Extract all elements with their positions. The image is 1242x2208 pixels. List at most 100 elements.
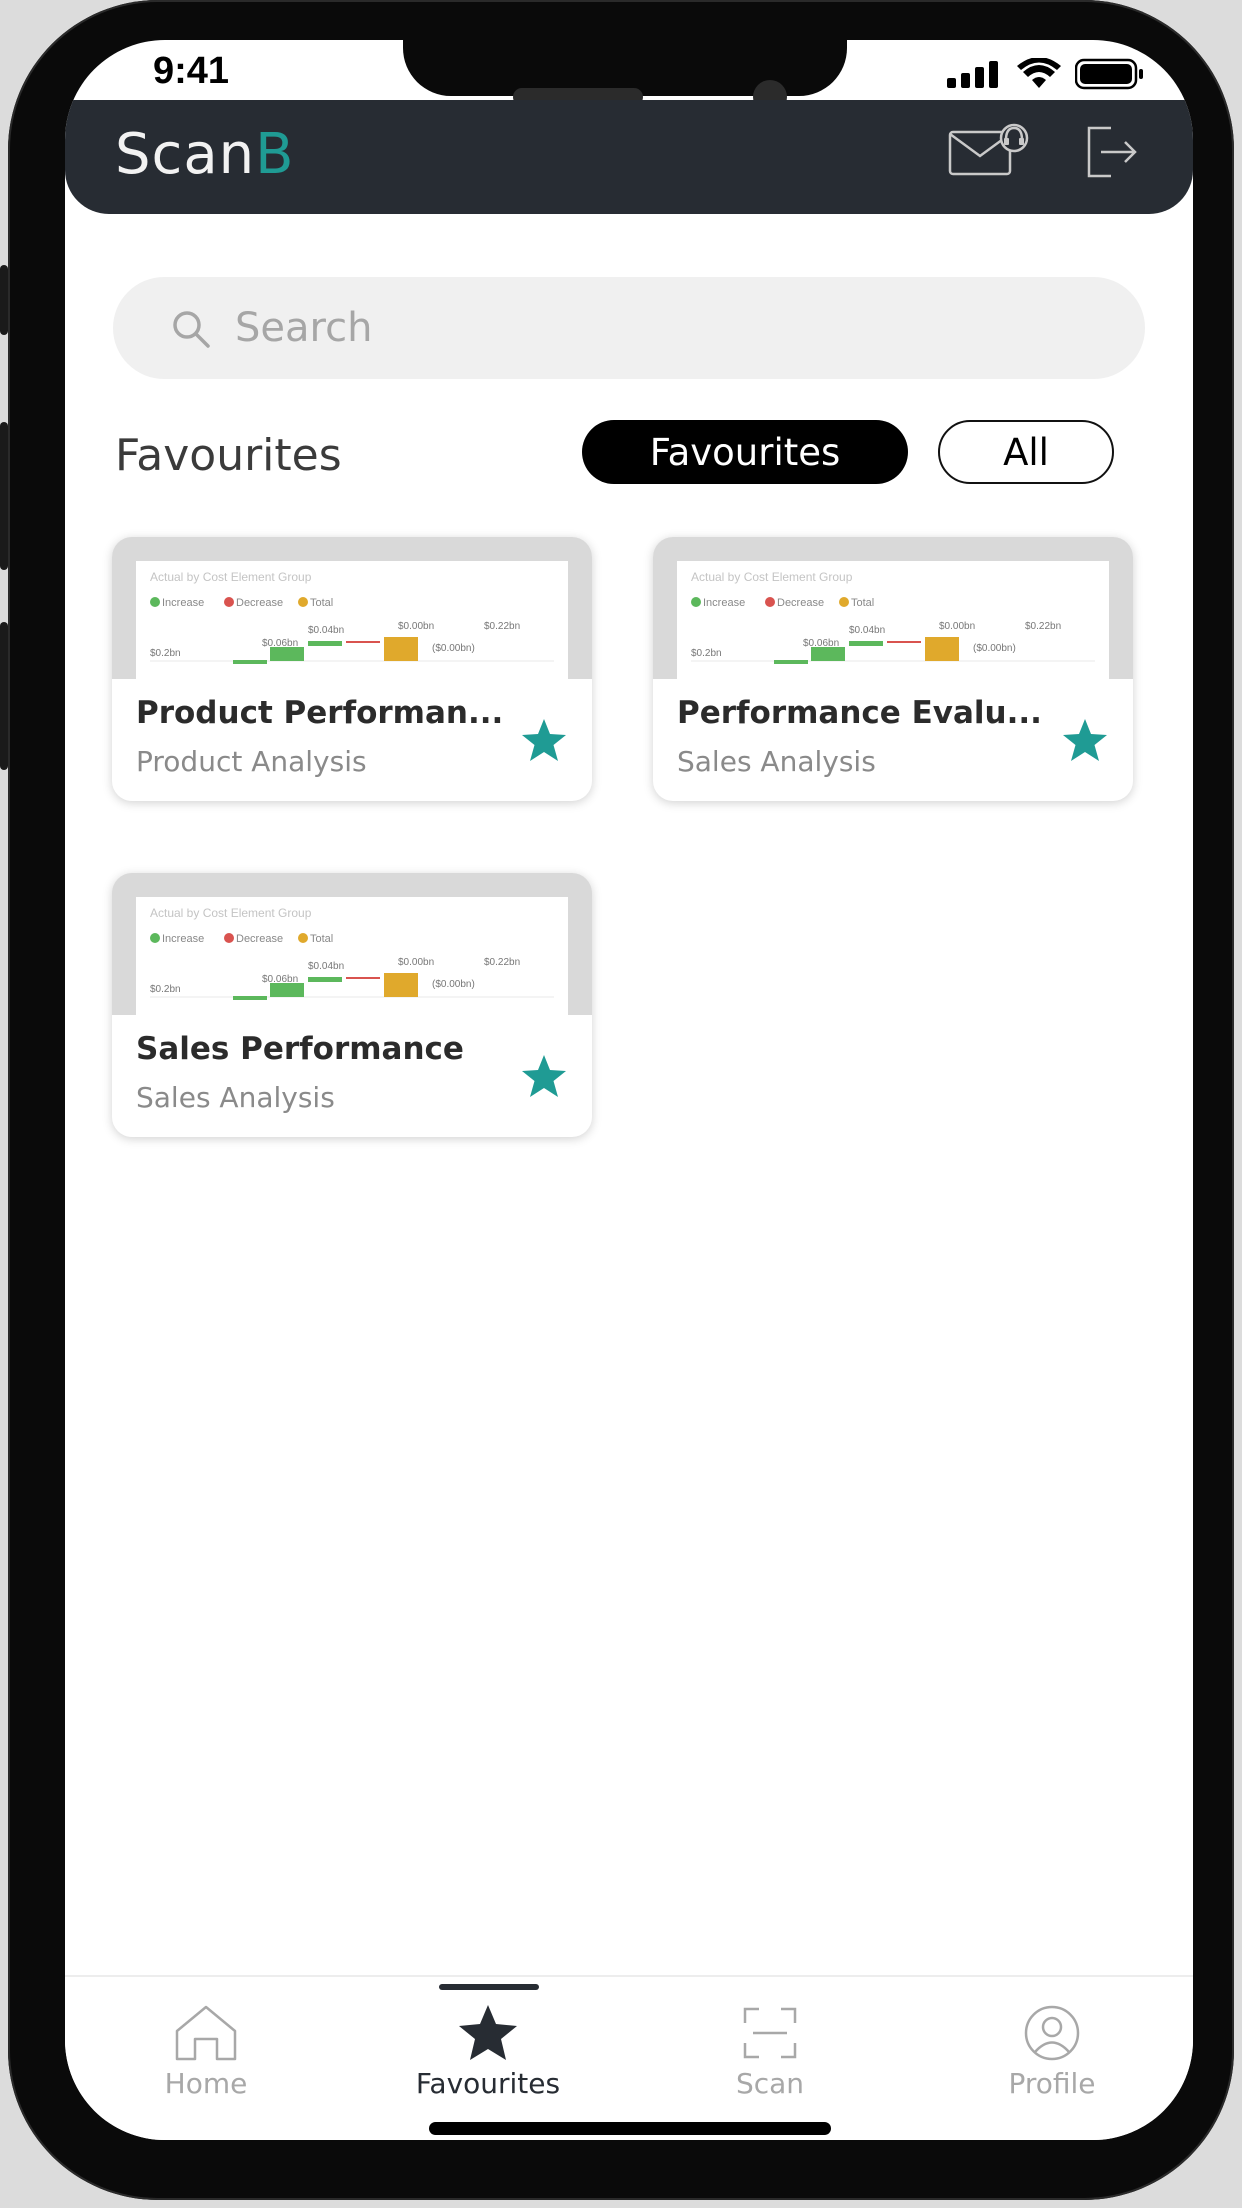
legend-label: Total xyxy=(310,597,333,609)
thumbnail-title: Actual by Cost Element Group xyxy=(691,570,853,584)
app-logo: ScanB xyxy=(115,122,295,187)
tab-favourites-label: Favourites xyxy=(415,2067,561,2100)
card-title: Performance Evalu... xyxy=(677,695,1042,731)
legend-label: Increase xyxy=(703,597,745,609)
search-bar[interactable]: Search xyxy=(113,277,1145,379)
report-thumbnail: Actual by Cost Element Group Increase Decr… xyxy=(112,873,592,1015)
scan-icon xyxy=(743,2007,797,2059)
report-card[interactable]: Actual by Cost Element Group Increase Decr… xyxy=(653,537,1133,801)
waterfall-bar xyxy=(233,996,267,1000)
tab-home-label: Home xyxy=(164,2067,248,2100)
battery-icon xyxy=(1075,58,1143,90)
mute-switch xyxy=(0,265,8,335)
legend-label: Decrease xyxy=(777,597,824,609)
tab-profile-label: Profile xyxy=(1008,2067,1096,2100)
wifi-icon xyxy=(1017,58,1061,88)
waterfall-bar xyxy=(849,641,883,646)
filter-favourites-button[interactable]: Favourites xyxy=(582,420,908,484)
report-thumbnail: Actual by Cost Element Group Increase Decr… xyxy=(653,537,1133,679)
thumbnail-chart: Actual by Cost Element Group Increase Decr… xyxy=(136,897,568,1015)
tab-profile[interactable]: Profile xyxy=(911,1977,1193,2100)
report-thumbnail: Actual by Cost Element Group Increase Decr… xyxy=(112,537,592,679)
app-screen: 9:41 ScanB Search Favourites Favourites … xyxy=(65,40,1193,2140)
thumbnail-title: Actual by Cost Element Group xyxy=(150,906,312,920)
thumbnail-waterfall-chart: Actual by Cost Element Group Increase Decr… xyxy=(691,570,1095,664)
data-label: $0.00bn xyxy=(398,957,434,968)
search-icon xyxy=(173,311,210,348)
tab-favourites[interactable]: Favourites xyxy=(347,1977,629,2100)
thumbnail-title: Actual by Cost Element Group xyxy=(150,570,312,584)
thumbnail-chart: Actual by Cost Element Group Increase Decr… xyxy=(136,561,568,679)
search-input[interactable]: Search xyxy=(235,305,372,351)
tab-scan-label: Scan xyxy=(735,2067,805,2100)
data-label: $0.00bn xyxy=(939,621,975,632)
app-header: ScanB xyxy=(65,100,1193,214)
legend-label: Total xyxy=(851,597,874,609)
legend-dot xyxy=(150,597,160,607)
logo-accent-text: B xyxy=(255,122,295,187)
legend-dot xyxy=(298,933,308,943)
data-label: $0.04bn xyxy=(849,625,885,636)
star-icon xyxy=(459,2005,517,2060)
legend-dot xyxy=(224,597,234,607)
waterfall-bar xyxy=(270,647,304,661)
mail-support-button[interactable] xyxy=(948,122,1030,183)
waterfall-bar xyxy=(811,647,845,661)
logout-button[interactable] xyxy=(1085,124,1141,185)
legend-dot xyxy=(839,597,849,607)
waterfall-bar xyxy=(346,977,380,979)
waterfall-bar xyxy=(887,641,921,643)
favourite-star-icon[interactable] xyxy=(520,1053,568,1099)
mail-support-icon xyxy=(948,123,1029,176)
data-label: $0.2bn xyxy=(150,984,181,995)
waterfall-bar xyxy=(308,641,342,646)
card-subtitle: Sales Analysis xyxy=(677,745,876,778)
tab-home[interactable]: Home xyxy=(65,1977,347,2100)
waterfall-bar xyxy=(233,660,267,664)
waterfall-bar xyxy=(270,983,304,997)
waterfall-bar xyxy=(384,973,418,997)
section-title: Favourites xyxy=(115,430,342,481)
report-card[interactable]: Actual by Cost Element Group Increase Decr… xyxy=(112,873,592,1137)
data-label: $0.22bn xyxy=(484,957,520,968)
volume-up-button xyxy=(0,422,8,570)
waterfall-bar xyxy=(308,977,342,982)
thumbnail-waterfall-chart: Actual by Cost Element Group Increase Decr… xyxy=(150,906,554,1000)
filter-all-button[interactable]: All xyxy=(938,420,1114,484)
phone-frame: 9:41 ScanB Search Favourites Favourites … xyxy=(0,0,1234,2200)
legend-dot xyxy=(765,597,775,607)
thumbnail-chart: Actual by Cost Element Group Increase Decr… xyxy=(677,561,1109,679)
volume-down-button xyxy=(0,622,8,770)
waterfall-bar xyxy=(925,637,959,661)
profile-icon xyxy=(1024,2005,1080,2061)
data-label: ($0.00bn) xyxy=(432,979,475,990)
legend-dot xyxy=(150,933,160,943)
card-title: Product Performan... xyxy=(136,695,504,731)
logo-text: Scan xyxy=(115,122,256,187)
legend-label: Total xyxy=(310,933,333,945)
card-subtitle: Product Analysis xyxy=(136,745,367,778)
data-label: $0.04bn xyxy=(308,625,344,636)
waterfall-bar xyxy=(346,641,380,643)
report-card[interactable]: Actual by Cost Element Group Increase Decr… xyxy=(112,537,592,801)
legend-dot xyxy=(691,597,701,607)
data-label: ($0.00bn) xyxy=(432,643,475,654)
thumbnail-waterfall-chart: Actual by Cost Element Group Increase Decr… xyxy=(150,570,554,664)
card-subtitle: Sales Analysis xyxy=(136,1081,335,1114)
legend-dot xyxy=(224,933,234,943)
legend-label: Decrease xyxy=(236,933,283,945)
tab-scan[interactable]: Scan xyxy=(629,1977,911,2100)
logout-icon xyxy=(1087,126,1137,178)
legend-dot xyxy=(298,597,308,607)
data-label: $0.2bn xyxy=(691,648,722,659)
data-label: $0.04bn xyxy=(308,961,344,972)
legend-label: Increase xyxy=(162,597,204,609)
data-label: $0.2bn xyxy=(150,648,181,659)
waterfall-bar xyxy=(384,637,418,661)
data-label: $0.22bn xyxy=(1025,621,1061,632)
bottom-tab-bar: Home Favourites Scan Profile xyxy=(65,1975,1193,2140)
cellular-signal-icon xyxy=(947,61,998,88)
favourite-star-icon[interactable] xyxy=(1061,717,1109,763)
legend-label: Decrease xyxy=(236,597,283,609)
favourite-star-icon[interactable] xyxy=(520,717,568,763)
